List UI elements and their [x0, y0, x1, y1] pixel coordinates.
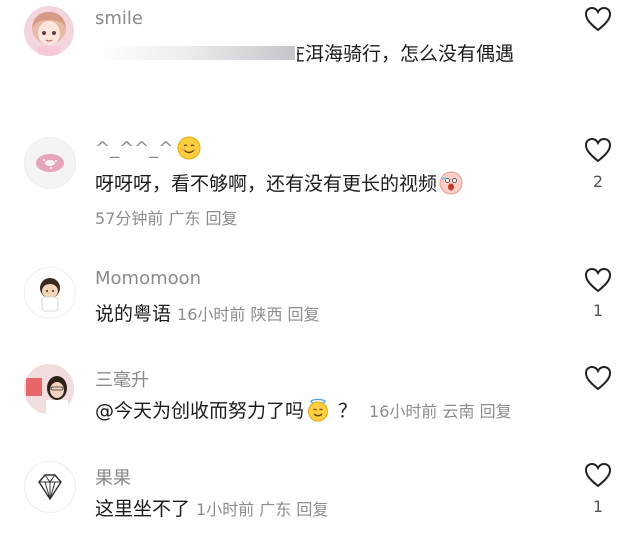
username[interactable]: ^_^^_^	[95, 136, 201, 160]
heart-outline-icon[interactable]	[584, 6, 612, 32]
heart-outline-icon[interactable]	[584, 462, 612, 488]
avatar[interactable]	[24, 364, 74, 414]
comment-text-line: 这里坐不了 1小时前 广东 回复	[95, 494, 328, 521]
heart-outline-icon[interactable]	[584, 267, 612, 293]
username[interactable]: smile	[95, 8, 143, 29]
avatar-photo	[24, 364, 74, 414]
comment-text: 洱海骑行，怎么没有偶遇	[305, 43, 515, 65]
username[interactable]: 三毫升	[95, 366, 149, 392]
comment-text-line: 说的粤语 16小时前 陕西 回复	[95, 299, 320, 326]
username[interactable]: 果果	[95, 464, 131, 490]
comment-meta: 1小时前 广东 回复	[196, 499, 329, 519]
like-count: 2	[592, 172, 604, 191]
comment-text: @今天为创收而努力了吗	[95, 400, 305, 422]
diamond-icon	[38, 474, 62, 501]
smiling-face-emoji	[177, 136, 201, 160]
comment-text-line: @今天为创收而努力了吗 ？ 16小时前 云南 回复	[95, 396, 512, 423]
comment-text: 这里坐不了	[95, 498, 191, 520]
heart-outline-icon[interactable]	[584, 365, 612, 391]
halo-face-emoji	[308, 398, 329, 421]
avatar-girl-illustration	[24, 6, 74, 56]
username-text: ^_^^_^	[95, 137, 174, 159]
avatar[interactable]	[24, 6, 74, 56]
comment-meta: 16小时前 陕西 回复	[177, 304, 320, 324]
shocked-face-emoji	[439, 171, 463, 194]
avatar-boy-illustration	[40, 278, 60, 312]
avatar[interactable]	[24, 461, 76, 513]
avatar[interactable]	[24, 267, 76, 319]
comment-text: 说的粤语	[95, 303, 172, 325]
heart-outline-icon[interactable]	[584, 137, 612, 163]
comment-text: 呀呀呀，看不够啊，还有没有更长的视频	[95, 173, 438, 195]
avatar[interactable]	[24, 137, 76, 189]
like-count: 1	[592, 301, 604, 320]
username[interactable]: Momomoon	[95, 268, 201, 289]
text-fade-overlay	[95, 45, 295, 60]
comment-text-line: 呀呀呀，看不够啊，还有没有更长的视频	[95, 169, 463, 196]
donut-icon	[36, 154, 64, 172]
comment-text-suffix: ？	[338, 400, 358, 422]
comment-meta: 57分钟前 广东 回复	[95, 209, 238, 228]
comment-meta: 16小时前 云南 回复	[369, 401, 512, 421]
comment-text-partial-char: 在	[297, 39, 305, 66]
like-count: 1	[592, 497, 604, 516]
comment-text-line: 在 洱海骑行，怎么没有偶遇	[95, 39, 514, 66]
